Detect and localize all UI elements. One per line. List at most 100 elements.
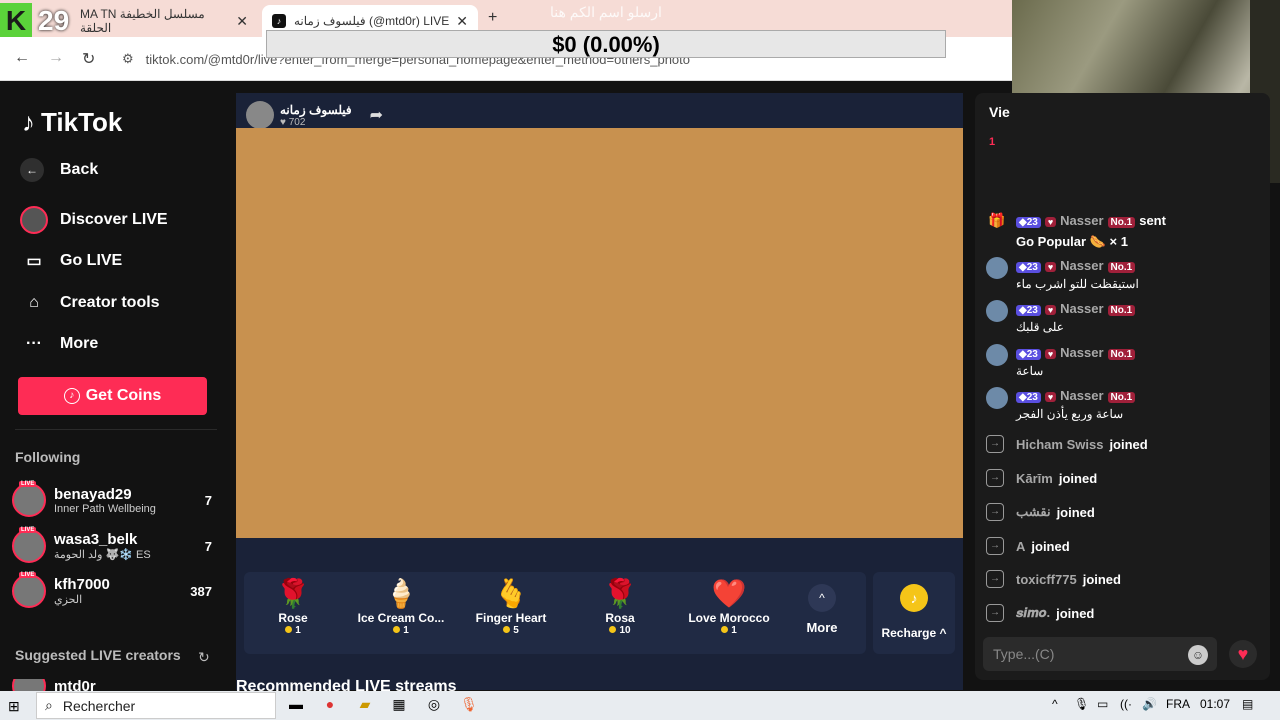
microphone-icon[interactable]: 🎙 bbox=[1074, 697, 1089, 711]
viewers-tab[interactable]: Vie bbox=[989, 104, 1010, 120]
gift-love-morocco[interactable]: ❤️ Love Morocco 1 bbox=[674, 577, 784, 651]
chat-message: ◆23 ♥ Nasser No.1 ساعة bbox=[986, 344, 1261, 378]
tiktok-logo[interactable]: ♪ TikTok bbox=[22, 107, 122, 138]
username[interactable]: toxicff775 bbox=[1016, 572, 1077, 587]
close-icon[interactable]: ✕ bbox=[236, 13, 248, 30]
join-icon: → bbox=[986, 469, 1004, 487]
username[interactable]: 𝒔𝒊𝒎𝒐. bbox=[1016, 605, 1050, 621]
more-icon: ··· bbox=[26, 335, 42, 352]
username[interactable]: A bbox=[1016, 539, 1025, 554]
username[interactable]: Nasser bbox=[1060, 388, 1103, 403]
tab-title: MA TN مسلسل الخطيفة الحلقة bbox=[80, 7, 205, 35]
refresh-icon[interactable]: ↻ bbox=[198, 649, 210, 666]
gift-rosa[interactable]: 🌹 Rosa 10 bbox=[565, 577, 675, 651]
folder-icon[interactable]: ▰ bbox=[355, 696, 375, 716]
join-icon: → bbox=[986, 537, 1004, 555]
share-icon[interactable]: ➦ bbox=[370, 105, 383, 125]
following-item[interactable]: LIVE benayad29 Inner Path Wellbeing 7 bbox=[12, 480, 212, 520]
username[interactable]: Hicham Swiss bbox=[1016, 437, 1103, 452]
join-icon: → bbox=[986, 604, 1004, 622]
avatar[interactable] bbox=[986, 344, 1008, 366]
viewer-count: 7 bbox=[204, 538, 212, 554]
gift-finger-heart[interactable]: 🫰 Finger Heart 5 bbox=[456, 577, 566, 651]
camera-icon: ▭ bbox=[26, 253, 42, 270]
host-info: فيلسوف زمانه ♥ 702 ➦ bbox=[246, 101, 383, 129]
clock[interactable]: 01:07 bbox=[1200, 697, 1230, 711]
reload-icon[interactable]: ↻ bbox=[82, 49, 95, 69]
windows-start-icon[interactable]: ⊞ bbox=[8, 698, 20, 715]
rank-badge: No.1 bbox=[1107, 349, 1136, 360]
join-event: → toxicff775 joined bbox=[986, 568, 1121, 590]
heart-badge: ♥ bbox=[1044, 349, 1057, 359]
store-icon[interactable]: ▦ bbox=[389, 696, 409, 716]
nav-go-live[interactable]: ▭ Go LIVE bbox=[20, 247, 122, 275]
close-icon[interactable]: ✕ bbox=[456, 13, 468, 30]
get-coins-button[interactable]: ♪ Get Coins bbox=[18, 377, 207, 415]
gift-message: 🎁 ◆23 ♥ Nasser No.1 sent Go Popular 🌭 × 1 bbox=[986, 212, 1261, 250]
heart-badge: ♥ bbox=[1044, 392, 1057, 402]
username[interactable]: Nasser bbox=[1060, 345, 1103, 360]
chat-input[interactable]: Type...(C) bbox=[983, 637, 1217, 671]
following-item[interactable]: LIVE kfh7000 الحزي 387 bbox=[12, 571, 212, 611]
sidebar: ♪ TikTok ← Back Discover LIVE ▭ Go LIVE … bbox=[0, 81, 232, 693]
app-icon[interactable]: ▬ bbox=[286, 696, 306, 716]
join-icon: → bbox=[986, 570, 1004, 588]
chevron-up-icon[interactable]: ^ bbox=[1052, 697, 1058, 711]
back-arrow-icon[interactable]: ← bbox=[14, 49, 30, 67]
username[interactable]: Kārīm bbox=[1016, 471, 1053, 486]
viewer-rank: 1 bbox=[989, 136, 996, 148]
nav-discover-live[interactable]: Discover LIVE bbox=[20, 206, 168, 234]
back-arrow-icon: ← bbox=[20, 158, 44, 182]
join-event: → نقشب joined bbox=[986, 501, 1095, 523]
rank-badge: No.1 bbox=[1107, 392, 1136, 403]
taskbar-search[interactable]: ⌕ Rechercher bbox=[36, 692, 276, 719]
forward-arrow-icon[interactable]: → bbox=[48, 49, 64, 67]
language-indicator[interactable]: FRA bbox=[1166, 697, 1190, 711]
gift-rose[interactable]: 🌹 Rose 1 bbox=[238, 577, 348, 651]
viewer-count: 387 bbox=[190, 583, 212, 599]
chrome-icon[interactable]: ● bbox=[320, 696, 340, 716]
coin-icon: ♪ bbox=[900, 584, 928, 612]
recharge-button[interactable]: ♪ Recharge ^ bbox=[873, 572, 955, 654]
avatar[interactable] bbox=[986, 300, 1008, 322]
username[interactable]: Nasser bbox=[1060, 213, 1103, 228]
coin-icon: ♪ bbox=[63, 388, 80, 404]
battery-icon[interactable]: ▭ bbox=[1097, 697, 1108, 711]
notifications-icon[interactable]: ▤ bbox=[1242, 697, 1253, 711]
host-name[interactable]: فيلسوف زمانه bbox=[280, 103, 352, 117]
heart-badge: ♥ bbox=[1044, 217, 1057, 227]
avatar[interactable] bbox=[986, 387, 1008, 409]
microphone-icon[interactable]: 🎙 bbox=[459, 696, 479, 716]
like-heart-icon[interactable]: ♥ bbox=[1229, 640, 1257, 668]
nav-more[interactable]: ··· More bbox=[20, 330, 98, 358]
new-tab-icon[interactable]: + bbox=[488, 9, 497, 27]
chat-message: ◆23 ♥ Nasser No.1 على قلبك bbox=[986, 300, 1261, 334]
emoji-icon[interactable]: ☺ bbox=[1188, 645, 1208, 665]
avatar[interactable] bbox=[986, 257, 1008, 279]
following-item[interactable]: LIVE wasa3_belk ولد الحومة 🐺❄️ ES 7 bbox=[12, 526, 212, 566]
message-text: استيقظت للتو اشرب ماء bbox=[1016, 277, 1139, 291]
nav-creator-tools[interactable]: ⌂ Creator tools bbox=[20, 289, 159, 317]
username[interactable]: Nasser bbox=[1060, 301, 1103, 316]
speaker-icon[interactable]: 🔊 bbox=[1142, 697, 1157, 711]
wifi-icon[interactable]: ((· bbox=[1120, 697, 1132, 711]
heart-icon: ❤️ bbox=[711, 578, 747, 609]
site-settings-icon[interactable]: ⚙ bbox=[122, 51, 134, 67]
host-avatar[interactable] bbox=[246, 101, 274, 129]
tab-title: فيلسوف زمانه (@mtd0r) LIVE bbox=[294, 14, 450, 28]
coin-icon bbox=[285, 626, 293, 633]
app-icon[interactable]: ◎ bbox=[424, 696, 444, 716]
more-gifts-button[interactable]: ^ More bbox=[802, 584, 842, 635]
chat-message: ◆23 ♥ Nasser No.1 ساعة وربع يأذن الفجر bbox=[986, 387, 1261, 421]
chevron-up-icon: ^ bbox=[808, 584, 836, 612]
live-video[interactable] bbox=[236, 128, 963, 538]
back-button[interactable]: ← Back bbox=[20, 158, 98, 182]
username[interactable]: نقشب bbox=[1016, 504, 1051, 520]
username[interactable]: Nasser bbox=[1060, 258, 1103, 273]
gift-ice-cream[interactable]: 🍦 Ice Cream Co... 1 bbox=[346, 577, 456, 651]
level-badge: ◆23 bbox=[1016, 305, 1041, 316]
avatar: LIVE bbox=[12, 481, 46, 517]
divider bbox=[15, 429, 217, 430]
join-event: → Kārīm joined bbox=[986, 467, 1097, 489]
gift-icon: 🎁 bbox=[988, 212, 1006, 228]
